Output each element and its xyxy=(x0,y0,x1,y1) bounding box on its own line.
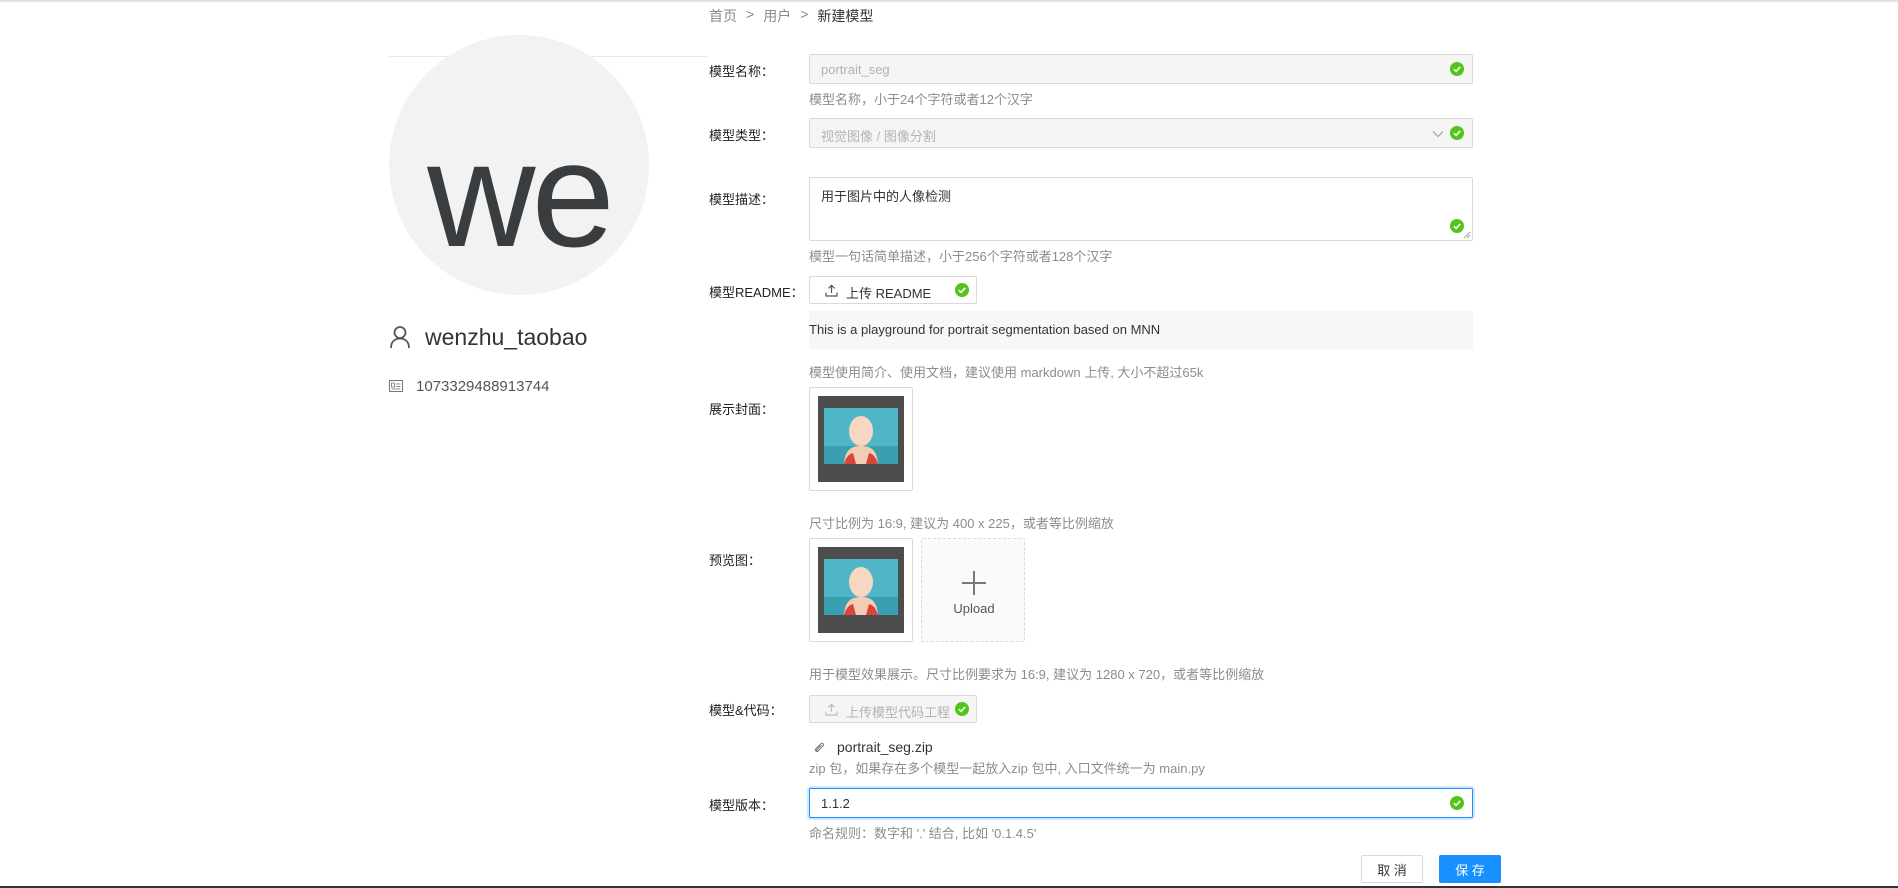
preview-thumbnail[interactable] xyxy=(809,538,913,642)
model-desc-label: 模型描述： xyxy=(709,192,775,207)
user-icon xyxy=(390,326,410,349)
upload-readme-button[interactable]: 上传 README xyxy=(809,276,977,304)
user-id-row: 1073329488913744 xyxy=(389,375,549,397)
model-name-label: 模型名称： xyxy=(709,64,775,79)
model-desc-hint: 模型一句话简单描述，小于256个字符或者128个汉字 xyxy=(809,249,1113,264)
version-hint: 命名规则：数字和 '.' 结合, 比如 '0.1.4.5' xyxy=(809,826,1037,841)
cover-thumbnail[interactable] xyxy=(809,387,913,491)
preview-label: 预览图： xyxy=(709,553,762,568)
upload-code-button[interactable]: 上传模型代码工程 xyxy=(809,695,977,723)
user-id: 1073329488913744 xyxy=(416,377,550,395)
portrait-image-icon xyxy=(818,547,904,633)
code-label: 模型&代码： xyxy=(709,703,783,718)
breadcrumb-home[interactable]: 首页 xyxy=(709,6,737,26)
code-file-item[interactable]: portrait_seg.zip xyxy=(813,737,933,757)
resize-handle-icon[interactable] xyxy=(1463,231,1471,239)
plus-icon xyxy=(962,571,986,595)
model-name-input[interactable]: portrait_seg xyxy=(809,54,1473,84)
model-type-label: 模型类型： xyxy=(709,128,775,143)
upload-label: Upload xyxy=(953,601,995,616)
code-file-name: portrait_seg.zip xyxy=(837,739,933,755)
top-shadow xyxy=(0,0,1898,3)
save-button[interactable]: 保 存 xyxy=(1439,855,1501,883)
readme-label: 模型README： xyxy=(709,285,804,300)
model-name-hint: 模型名称，小于24个字符或者12个汉字 xyxy=(809,92,1033,107)
check-circle-icon xyxy=(1450,62,1464,76)
portrait-image-icon xyxy=(818,396,904,482)
version-value: 1.1.2 xyxy=(821,796,850,811)
version-label: 模型版本： xyxy=(709,798,775,813)
username: wenzhu_taobao xyxy=(425,323,588,350)
breadcrumb-separator: > xyxy=(746,6,755,22)
paperclip-icon xyxy=(814,742,825,752)
preview-hint: 用于模型效果展示。尺寸比例要求为 16:9, 建议为 1280 x 720，或者… xyxy=(809,667,1265,682)
check-circle-icon xyxy=(1450,126,1464,140)
avatar: we xyxy=(389,35,649,295)
model-name-value: portrait_seg xyxy=(821,62,890,77)
model-type-select[interactable]: 视觉图像 / 图像分割 xyxy=(809,118,1473,148)
cover-hint: 尺寸比例为 16:9, 建议为 400 x 225，或者等比例缩放 xyxy=(809,516,1114,531)
id-card-icon xyxy=(389,380,403,392)
chevron-down-icon xyxy=(1432,131,1444,138)
upload-readme-label: 上传 README xyxy=(846,286,932,301)
model-desc-textarea[interactable]: 用于图片中的人像检测 xyxy=(809,177,1473,241)
cover-label: 展示封面： xyxy=(709,402,775,417)
readme-hint: 模型使用简介、使用文档，建议使用 markdown 上传, 大小不超过65k xyxy=(809,365,1204,380)
check-circle-icon xyxy=(1450,219,1464,233)
cancel-button[interactable]: 取 消 xyxy=(1361,855,1423,883)
breadcrumb-current: 新建模型 xyxy=(817,8,874,24)
upload-icon xyxy=(825,284,838,297)
check-circle-icon xyxy=(1450,796,1464,810)
breadcrumb: 首页 > 用户 > 新建模型 xyxy=(709,6,873,26)
code-hint: zip 包，如果存在多个模型一起放入zip 包中, 入口文件统一为 main.p… xyxy=(809,761,1205,776)
breadcrumb-separator: > xyxy=(800,6,809,22)
username-row: wenzhu_taobao xyxy=(389,320,587,354)
check-circle-icon xyxy=(955,702,969,716)
upload-code-label: 上传模型代码工程 xyxy=(846,705,951,720)
breadcrumb-users[interactable]: 用户 xyxy=(763,6,791,26)
upload-preview-button[interactable]: Upload xyxy=(921,538,1025,642)
upload-icon xyxy=(825,703,838,716)
readme-content: This is a playground for portrait segmen… xyxy=(809,322,1161,337)
model-type-value: 视觉图像 / 图像分割 xyxy=(821,129,936,144)
check-circle-icon xyxy=(955,283,969,297)
model-desc-value: 用于图片中的人像检测 xyxy=(821,189,952,204)
readme-preview: This is a playground for portrait segmen… xyxy=(809,311,1473,349)
version-input[interactable]: 1.1.2 xyxy=(809,788,1473,818)
avatar-text: we xyxy=(427,110,615,278)
